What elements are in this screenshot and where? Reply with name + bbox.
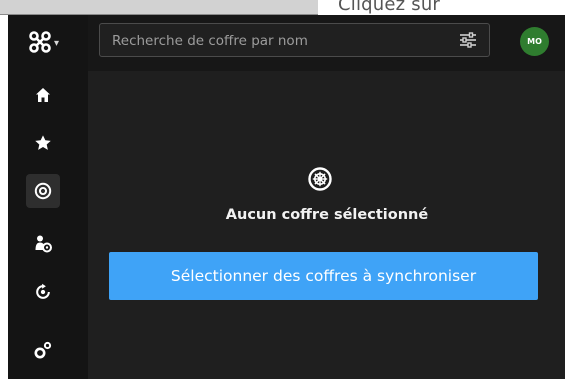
app-logo-icon (29, 31, 51, 53)
main-panel: Aucun coffre sélectionné Sélectionner de… (88, 71, 565, 379)
sync-icon (36, 283, 50, 299)
vault-icon (34, 182, 52, 200)
chevron-down-icon: ▾ (54, 37, 60, 49)
sidebar-item-users[interactable] (26, 227, 60, 261)
search-input[interactable] (110, 24, 434, 58)
document-bar (0, 0, 318, 15)
sidebar-item-sync[interactable] (26, 275, 60, 309)
select-vaults-button[interactable]: Sélectionner des coffres à synchroniser (109, 252, 538, 300)
app-window: ▾ Recherche de coffre par nom MO Aucun c… (8, 15, 565, 379)
user-avatar[interactable]: MO (520, 27, 549, 56)
sidebar-item-home[interactable] (26, 78, 60, 112)
search-box (99, 23, 490, 58)
vault-empty-icon (308, 167, 332, 191)
empty-state-title: Aucun coffre sélectionné (225, 207, 429, 223)
sidebar: ▾ (8, 15, 88, 379)
sidebar-item-vaults[interactable] (26, 174, 60, 208)
sidebar-item-settings[interactable] (26, 333, 60, 367)
sidebar-item-favorites[interactable] (26, 126, 60, 160)
home-icon (36, 88, 50, 102)
star-icon (35, 135, 51, 150)
top-bar: MO (88, 15, 565, 71)
app-logo-menu[interactable]: ▾ (28, 25, 68, 59)
caption-text: Cliquez sur (338, 0, 441, 15)
users-icon (35, 235, 52, 253)
filter-settings-icon[interactable] (459, 32, 477, 48)
settings-icon (34, 341, 52, 359)
